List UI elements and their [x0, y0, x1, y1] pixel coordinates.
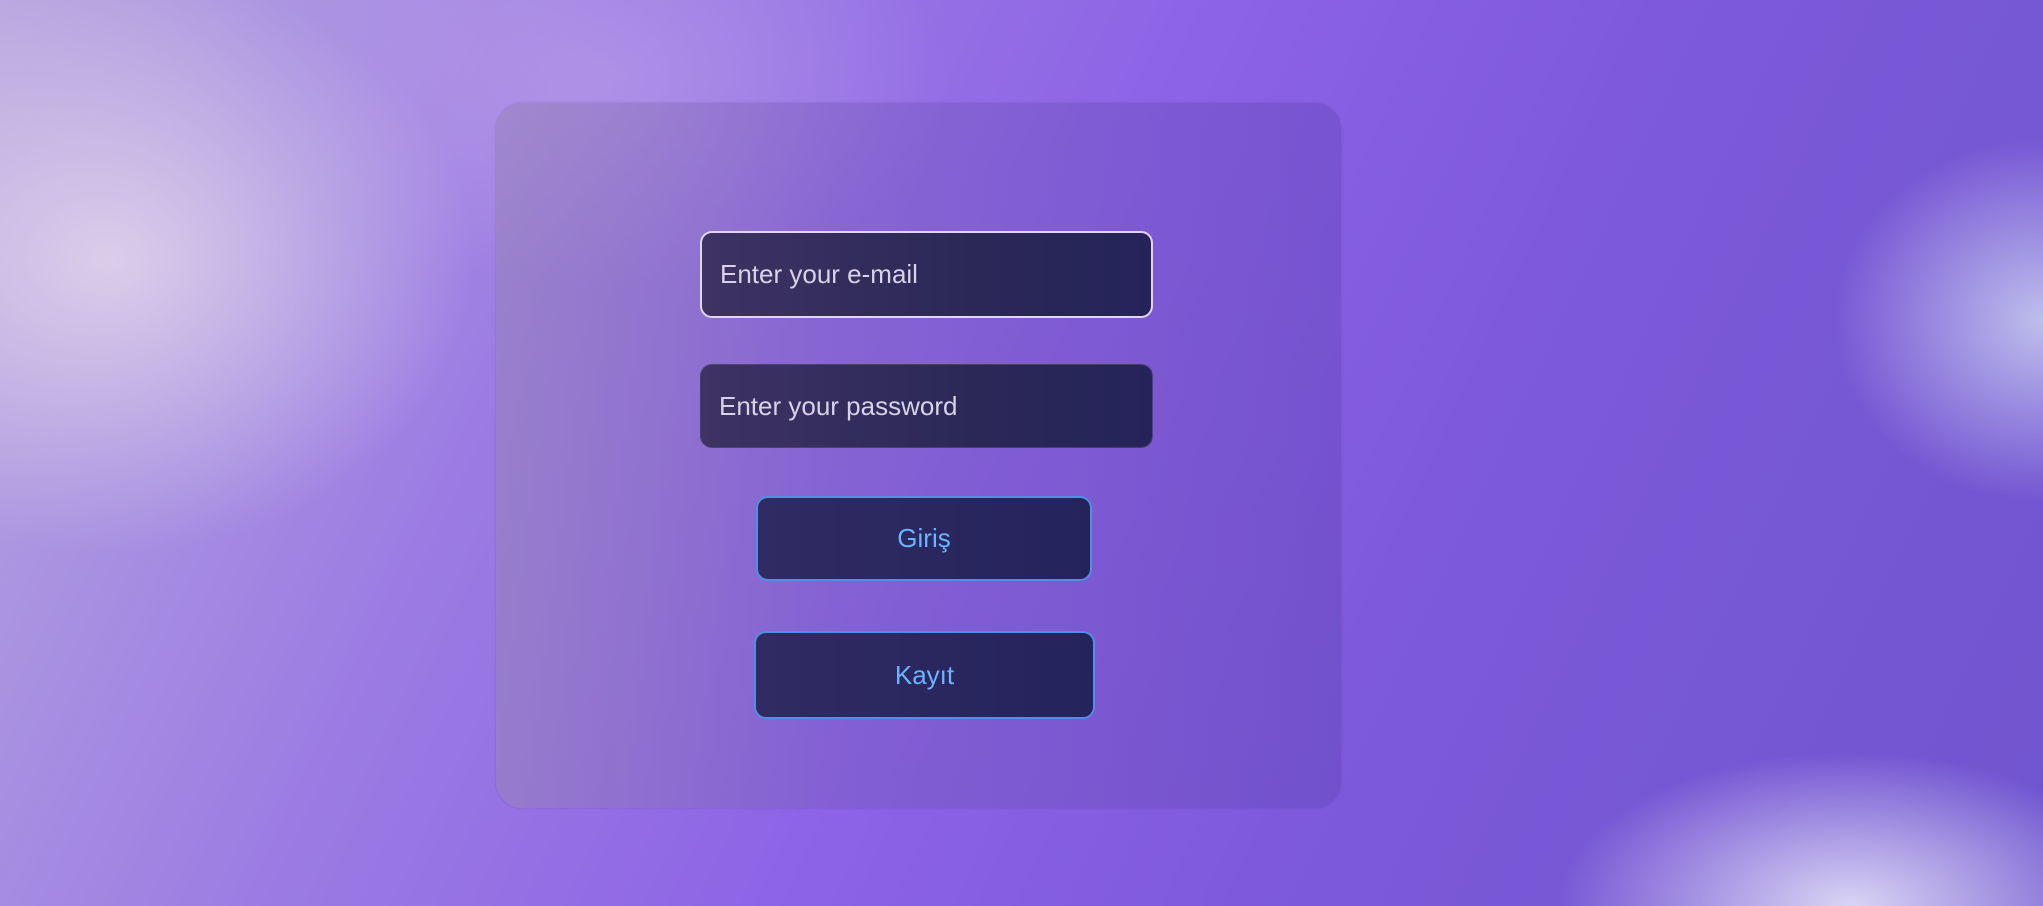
login-button[interactable]: Giriş [756, 496, 1092, 581]
email-input[interactable]: Enter your e-mail [700, 231, 1153, 318]
password-input[interactable]: Enter your password [700, 364, 1153, 448]
register-button[interactable]: Kayıt [754, 631, 1095, 719]
